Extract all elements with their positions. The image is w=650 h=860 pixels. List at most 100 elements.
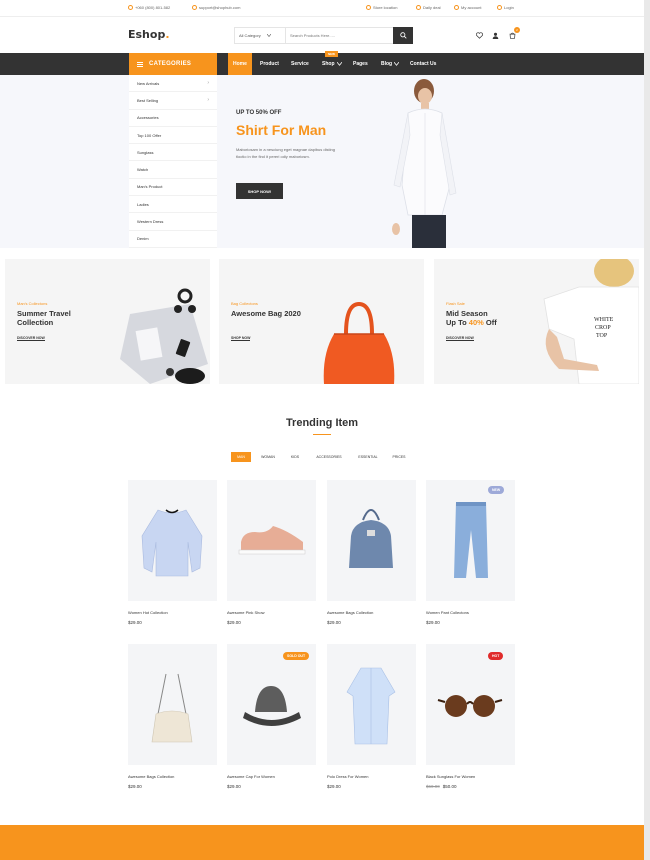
category-select[interactable]: All Category bbox=[235, 33, 285, 38]
filter-tab-man[interactable]: MAN bbox=[231, 452, 251, 462]
price-value: $29.00 bbox=[128, 784, 142, 789]
category-item[interactable]: Ladies bbox=[129, 196, 217, 214]
categories-button[interactable]: CATEGORIES bbox=[129, 53, 217, 75]
nav-service-label: Service bbox=[291, 61, 309, 67]
category-item[interactable]: Watch bbox=[129, 161, 217, 179]
promo-banner-flash-sale[interactable]: Flash Sale Mid Season Up To 40% Off DISC… bbox=[434, 259, 639, 384]
product-image[interactable] bbox=[327, 644, 416, 765]
product-image[interactable] bbox=[327, 480, 416, 601]
category-item[interactable]: Accessories bbox=[129, 110, 217, 127]
filter-tab-accessories[interactable]: ACCESSORIES bbox=[309, 452, 349, 462]
filter-label: ACCESSORIES bbox=[316, 455, 342, 459]
product-image[interactable] bbox=[128, 644, 217, 765]
drawstring-bag-image bbox=[151, 673, 193, 743]
category-label: Sunglass bbox=[137, 149, 154, 155]
category-item[interactable]: Man's Product bbox=[129, 179, 217, 197]
nav-service[interactable]: Service bbox=[291, 53, 309, 75]
product-name[interactable]: Women Pant Collectons bbox=[426, 610, 469, 615]
email-text: support@shophub.com bbox=[199, 5, 241, 10]
email-info[interactable]: support@shophub.com bbox=[192, 5, 240, 10]
nav-home[interactable]: Home bbox=[228, 53, 252, 75]
category-label: New Arrivals bbox=[137, 80, 160, 86]
product-name[interactable]: Awesome Bags Collection bbox=[327, 610, 373, 615]
heart-icon bbox=[475, 31, 483, 39]
scrollbar[interactable] bbox=[644, 0, 650, 860]
nav-home-label: Home bbox=[233, 61, 247, 67]
promo-title: Summer Travel Collection bbox=[17, 309, 71, 327]
phone-icon bbox=[128, 5, 133, 10]
category-item[interactable]: Best Selling › bbox=[129, 92, 217, 110]
price-value: $29.00 bbox=[327, 784, 341, 789]
product-image[interactable] bbox=[128, 480, 217, 601]
price-value: $50.00 bbox=[442, 784, 457, 789]
promo-banner-bag[interactable]: Bag Collectons Awesome Bag 2020 SHOP NOW bbox=[219, 259, 424, 384]
newsletter-strip bbox=[0, 825, 644, 860]
category-item[interactable]: Sunglass bbox=[129, 144, 217, 162]
logo[interactable]: Eshop. bbox=[128, 28, 170, 41]
product-name[interactable]: Polo Dress For Women bbox=[327, 774, 369, 779]
category-label: Accessories bbox=[137, 115, 159, 121]
wishlist-button[interactable] bbox=[475, 31, 483, 39]
filter-tab-essential[interactable]: ESSENTIAL bbox=[352, 452, 384, 462]
svg-text:CROP: CROP bbox=[595, 325, 611, 331]
my-account-label: My account bbox=[461, 5, 482, 10]
daily-deal-link[interactable]: Daily deal bbox=[416, 5, 441, 10]
promo-banner-summer[interactable]: Man's Collectons Summer Travel Collectio… bbox=[5, 259, 210, 384]
category-item[interactable]: Denim bbox=[129, 231, 217, 248]
discover-now-link[interactable]: DISCOVER NOW bbox=[446, 336, 474, 341]
nav-product[interactable]: Product bbox=[260, 53, 279, 75]
shop-now-link[interactable]: SHOP NOW bbox=[231, 336, 251, 341]
bucket-hat-image bbox=[243, 686, 301, 726]
category-item[interactable]: New Arrivals › bbox=[129, 75, 217, 93]
category-select-value: All Category bbox=[239, 33, 261, 38]
shop-now-button[interactable]: SHOP NOW! bbox=[236, 183, 283, 199]
alarm-icon bbox=[416, 5, 421, 10]
login-link[interactable]: Login bbox=[497, 5, 514, 10]
filter-tab-kids[interactable]: KIDS bbox=[285, 452, 305, 462]
login-label: Login bbox=[504, 5, 514, 10]
category-item[interactable]: Western Dress bbox=[129, 213, 217, 231]
store-location-label: Store location bbox=[373, 5, 398, 10]
product-name[interactable]: Awesome Pink Show bbox=[227, 610, 265, 615]
filter-tab-prices[interactable]: PRICES bbox=[388, 452, 410, 462]
price-value: $29.00 bbox=[128, 620, 142, 625]
location-icon bbox=[366, 5, 371, 10]
promo-kicker: Flash Sale bbox=[446, 301, 465, 306]
my-account-link[interactable]: My account bbox=[454, 5, 481, 10]
topbar: +060 (800) 801-582 support@shophub.com S… bbox=[0, 0, 644, 17]
search-bar: All Category bbox=[234, 27, 413, 44]
nav-shop[interactable]: NEW Shop bbox=[322, 51, 342, 75]
cart-button[interactable]: 2 bbox=[508, 27, 520, 39]
product-price: $29.00 bbox=[227, 784, 241, 789]
promo-kicker: Man's Collectons bbox=[17, 301, 48, 306]
account-button[interactable] bbox=[491, 31, 499, 39]
price-value: $29.00 bbox=[327, 620, 341, 625]
product-image[interactable]: HOT bbox=[426, 644, 515, 765]
product-name[interactable]: Awesome Cap For Women bbox=[227, 774, 275, 779]
product-image[interactable] bbox=[227, 480, 316, 601]
product-name[interactable]: Women Hot Collection bbox=[128, 610, 168, 615]
search-button[interactable] bbox=[393, 27, 413, 44]
category-list: New Arrivals › Best Selling › Accessories … bbox=[129, 75, 217, 248]
discover-now-link[interactable]: DISCOVER NOW bbox=[17, 336, 45, 341]
nav-contact[interactable]: Contact Us bbox=[410, 53, 436, 75]
price-value: $29.00 bbox=[426, 620, 440, 625]
new-badge: NEW bbox=[488, 486, 505, 494]
product-name[interactable]: Black Sunglass For Women bbox=[426, 774, 475, 779]
product-image[interactable]: NEW bbox=[426, 480, 515, 601]
store-location-link[interactable]: Store location bbox=[366, 5, 397, 10]
filter-tab-woman[interactable]: WOMAN bbox=[255, 452, 281, 462]
logo-text: Eshop bbox=[128, 28, 166, 41]
header: Eshop. All Category 2 bbox=[0, 17, 644, 53]
search-input[interactable] bbox=[285, 28, 393, 43]
category-item[interactable]: Top 100 Offer bbox=[129, 127, 217, 145]
promo-title: Mid Season Up To 40% Off bbox=[446, 309, 526, 327]
category-label: Ladies bbox=[137, 201, 149, 207]
product-image[interactable]: SOLD OUT bbox=[227, 644, 316, 765]
chevron-down-icon bbox=[266, 34, 271, 37]
product-name[interactable]: Awesome Bags Collection bbox=[128, 774, 174, 779]
title-underline bbox=[313, 434, 331, 435]
nav-blog[interactable]: Blog bbox=[381, 53, 400, 75]
hero-description: Maboriosam in a nesciung eget magnae dap… bbox=[236, 147, 335, 159]
nav-pages[interactable]: Pages bbox=[353, 53, 368, 75]
